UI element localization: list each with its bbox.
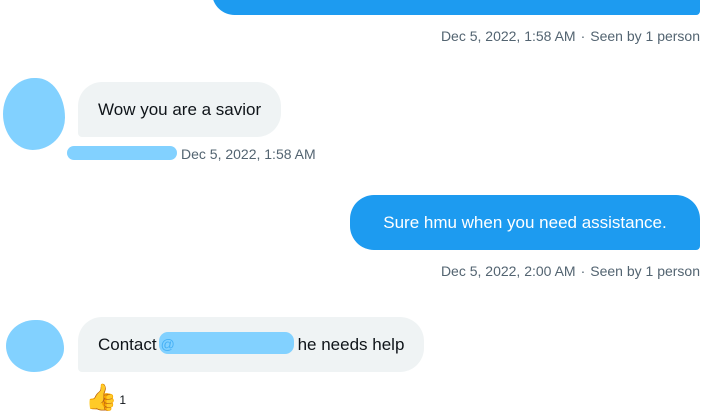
- avatar[interactable]: [3, 78, 65, 150]
- seen-status: Seen by 1 person: [590, 263, 700, 279]
- message-meta: Dec 5, 2022, 1:58 AM · Seen by 1 person: [441, 28, 700, 44]
- timestamp: Dec 5, 2022, 1:58 AM: [440, 28, 576, 44]
- message-text: Sure hmu when you need assistance.: [383, 212, 667, 232]
- message-suffix: he needs help: [297, 334, 405, 354]
- sender-name-redacted: [67, 146, 177, 160]
- incoming-message-bubble[interactable]: Wow you are a savior: [78, 82, 282, 137]
- mention-redacted[interactable]: @: [158, 331, 294, 354]
- avatar[interactable]: [6, 320, 64, 372]
- separator: ·: [580, 263, 586, 279]
- separator: ·: [580, 28, 586, 44]
- message-text: Wow you are a savior: [98, 99, 262, 119]
- reaction-count: 1: [119, 393, 127, 407]
- reaction[interactable]: 👍 1: [85, 383, 126, 411]
- incoming-message-bubble[interactable]: Contact @ he needs help: [78, 317, 425, 372]
- timestamp: Dec 5, 2022, 2:00 AM: [440, 263, 576, 279]
- seen-status: Seen by 1 person: [590, 28, 700, 44]
- mention-at-sign: @: [160, 335, 175, 352]
- message-prefix: Contact: [98, 334, 157, 354]
- outgoing-message-bubble[interactable]: [212, 0, 700, 15]
- timestamp: Dec 5, 2022, 1:58 AM: [181, 146, 316, 162]
- outgoing-message-bubble[interactable]: Sure hmu when you need assistance.: [350, 195, 700, 250]
- message-meta: Dec 5, 2022, 2:00 AM · Seen by 1 person: [441, 263, 700, 279]
- thumbs-up-icon: 👍: [85, 382, 118, 412]
